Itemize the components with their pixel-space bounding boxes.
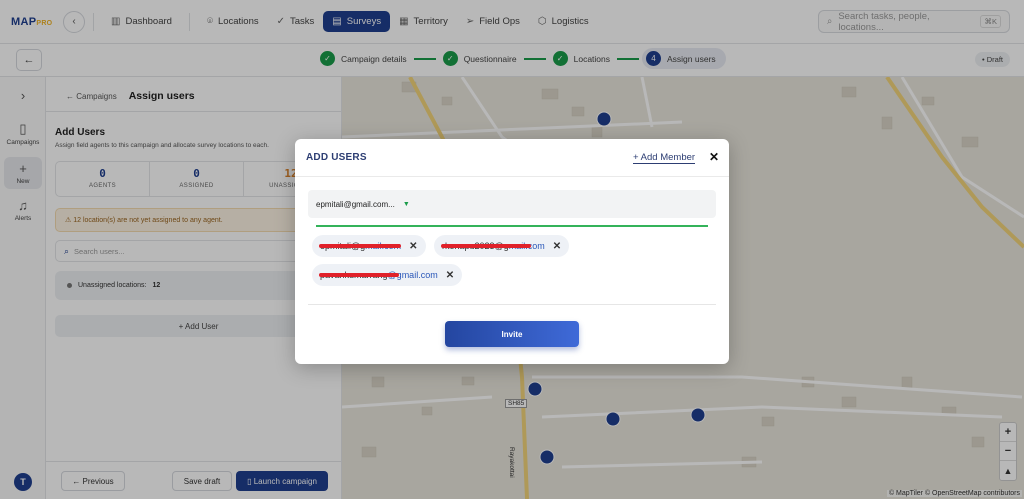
remove-chip-icon[interactable]: ✕: [446, 270, 454, 281]
invite-button[interactable]: Invite: [445, 321, 579, 347]
chip-email: rkonapu2023@gmail.com: [441, 241, 545, 251]
user-chip: epmitali@gmail.com ✕: [312, 235, 426, 257]
chip-email: pavankumarrang@gmail.com: [319, 270, 438, 280]
caret-down-icon: ▼: [402, 200, 410, 208]
modal-title: ADD USERS: [306, 152, 367, 163]
user-chip: pavankumarrang@gmail.com ✕: [312, 264, 463, 286]
user-select-dropdown[interactable]: epmitali@gmail.com... ▼: [308, 190, 716, 218]
redaction-mark: [319, 244, 401, 248]
user-chip: rkonapu2023@gmail.com ✕: [434, 235, 570, 257]
remove-chip-icon[interactable]: ✕: [553, 241, 561, 252]
remove-chip-icon[interactable]: ✕: [409, 241, 417, 252]
chip-email: epmitali@gmail.com: [319, 241, 401, 251]
add-users-modal: ADD USERS + Add Member ✕ epmitali@gmail.…: [295, 139, 729, 364]
close-icon[interactable]: ✕: [709, 150, 719, 164]
divider: [308, 304, 716, 305]
divider: [295, 176, 729, 177]
add-member-link[interactable]: + Add Member: [633, 152, 696, 164]
input-focus-underline: [316, 225, 708, 227]
redaction-mark: [441, 244, 531, 248]
redaction-mark: [319, 273, 399, 277]
